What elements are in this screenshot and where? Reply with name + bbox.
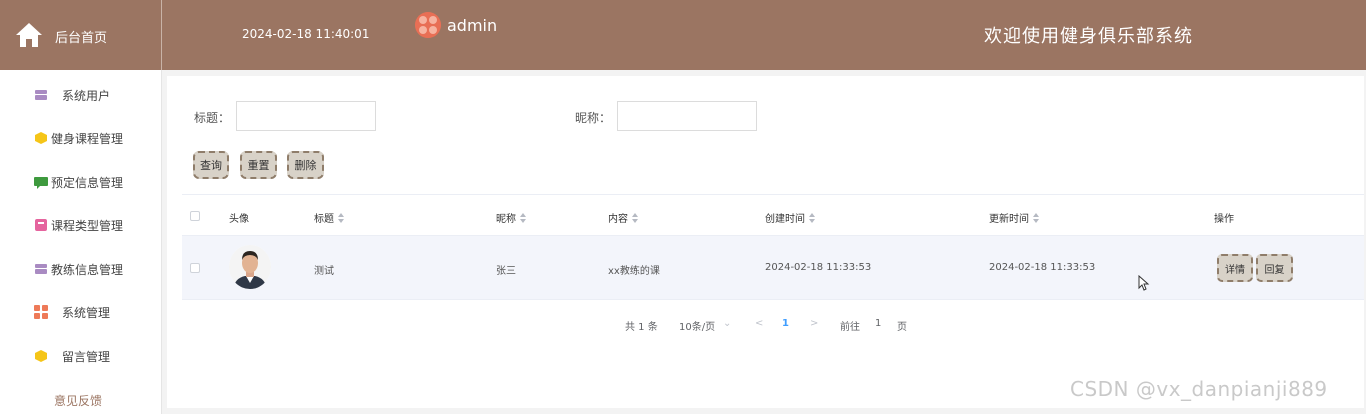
reply-button[interactable]: 回复 — [1256, 254, 1293, 282]
row-created-time: 2024-02-18 11:33:53 — [765, 262, 872, 273]
table-row: 测试 张三 xx教练的课 2024-02-18 11:33:53 2024-02… — [182, 236, 1364, 300]
home-icon — [16, 23, 42, 47]
current-page[interactable]: 1 — [782, 318, 789, 329]
select-all-checkbox[interactable] — [190, 211, 200, 221]
user-avatar — [229, 245, 271, 289]
sidebar-item-label: 系统管理 — [62, 305, 111, 320]
avatar-icon — [415, 12, 441, 38]
home-label: 后台首页 — [55, 31, 108, 46]
sidebar-item-coaches[interactable]: 教练信息管理 — [0, 249, 161, 289]
chevron-down-icon[interactable]: ⌄ — [723, 318, 731, 329]
sidebar-item-fitness-courses[interactable]: 健身课程管理 — [0, 118, 161, 158]
sidebar-item-label: 留言管理 — [62, 349, 111, 364]
nickname-filter-input[interactable] — [617, 101, 757, 131]
current-datetime: 2024-02-18 11:40:01 — [242, 27, 370, 41]
system-title: 欢迎使用健身俱乐部系统 — [984, 26, 1193, 47]
page-size-select[interactable]: 10条/页 — [679, 318, 715, 333]
row-checkbox[interactable] — [190, 263, 200, 273]
sidebar-item-label: 教练信息管理 — [51, 262, 124, 277]
grid-icon — [34, 305, 48, 319]
column-header-content[interactable]: 内容 — [608, 210, 638, 225]
admin-avatar[interactable] — [415, 12, 441, 38]
cube-icon — [35, 132, 47, 144]
sidebar-item-feedback[interactable]: 意见反馈 — [54, 392, 102, 409]
cube-icon — [35, 350, 47, 362]
column-header-title[interactable]: 标题 — [314, 210, 344, 225]
sidebar-item-label: 系统用户 — [62, 88, 111, 103]
main-content: 标题： 昵称： 查询 重置 删除 头像 标题 昵称 内容 创建时间 更新时间 操… — [167, 76, 1364, 408]
goto-label: 前往 — [840, 322, 860, 333]
query-button[interactable]: 查询 — [193, 151, 229, 179]
mouse-cursor-icon — [1138, 275, 1150, 291]
row-title: 测试 — [314, 266, 334, 277]
sidebar-item-bookings[interactable]: 预定信息管理 — [0, 162, 161, 202]
home-link[interactable]: 后台首页 — [0, 0, 162, 70]
folder-icon — [35, 264, 47, 274]
sort-icon[interactable] — [1033, 212, 1039, 223]
admin-username[interactable]: admin — [447, 16, 497, 35]
message-icon — [34, 177, 48, 189]
column-header-nickname[interactable]: 昵称 — [496, 210, 526, 225]
tag-icon — [35, 219, 47, 231]
total-count: 共 1 条 — [625, 322, 658, 333]
delete-button[interactable]: 删除 — [287, 151, 324, 179]
sidebar-item-label: 预定信息管理 — [51, 175, 124, 190]
sidebar-item-course-types[interactable]: 课程类型管理 — [0, 205, 161, 245]
sidebar-item-label: 健身课程管理 — [51, 131, 124, 146]
sort-icon[interactable] — [520, 212, 526, 223]
next-page-icon[interactable]: > — [810, 318, 818, 329]
sort-icon[interactable] — [338, 212, 344, 223]
sidebar: 系统用户 健身课程管理 预定信息管理 课程类型管理 教练信息管理 系统管理 留言… — [0, 70, 162, 414]
title-filter-input[interactable] — [236, 101, 376, 131]
watermark: CSDN @vx_danpianji889 — [1070, 377, 1328, 401]
folder-icon — [35, 90, 47, 100]
row-content: xx教练的课 — [608, 266, 660, 277]
page-suffix: 页 — [897, 322, 907, 333]
title-filter-label: 标题： — [194, 111, 231, 125]
sidebar-item-system-users[interactable]: 系统用户 — [0, 75, 161, 115]
column-header-avatar: 头像 — [229, 214, 249, 225]
goto-page-input[interactable]: 1 — [875, 318, 881, 329]
sidebar-item-label: 课程类型管理 — [51, 218, 124, 233]
column-header-actions: 操作 — [1214, 214, 1234, 225]
sort-icon[interactable] — [809, 212, 815, 223]
sidebar-item-messages[interactable]: 留言管理 — [0, 336, 161, 376]
sidebar-item-system-management[interactable]: 系统管理 — [0, 292, 161, 332]
top-header: 后台首页 2024-02-18 11:40:01 admin 欢迎使用健身俱乐部… — [0, 0, 1366, 70]
sort-icon[interactable] — [632, 212, 638, 223]
table-header: 头像 标题 昵称 内容 创建时间 更新时间 操作 — [182, 194, 1364, 236]
detail-button[interactable]: 详情 — [1217, 254, 1253, 282]
reset-button[interactable]: 重置 — [240, 151, 277, 179]
nickname-filter-label: 昵称： — [575, 111, 612, 125]
prev-page-icon[interactable]: < — [755, 318, 763, 329]
column-header-created[interactable]: 创建时间 — [765, 210, 815, 225]
user-photo — [229, 245, 271, 289]
column-header-updated[interactable]: 更新时间 — [989, 210, 1039, 225]
row-updated-time: 2024-02-18 11:33:53 — [989, 262, 1096, 273]
row-nickname: 张三 — [496, 266, 516, 277]
